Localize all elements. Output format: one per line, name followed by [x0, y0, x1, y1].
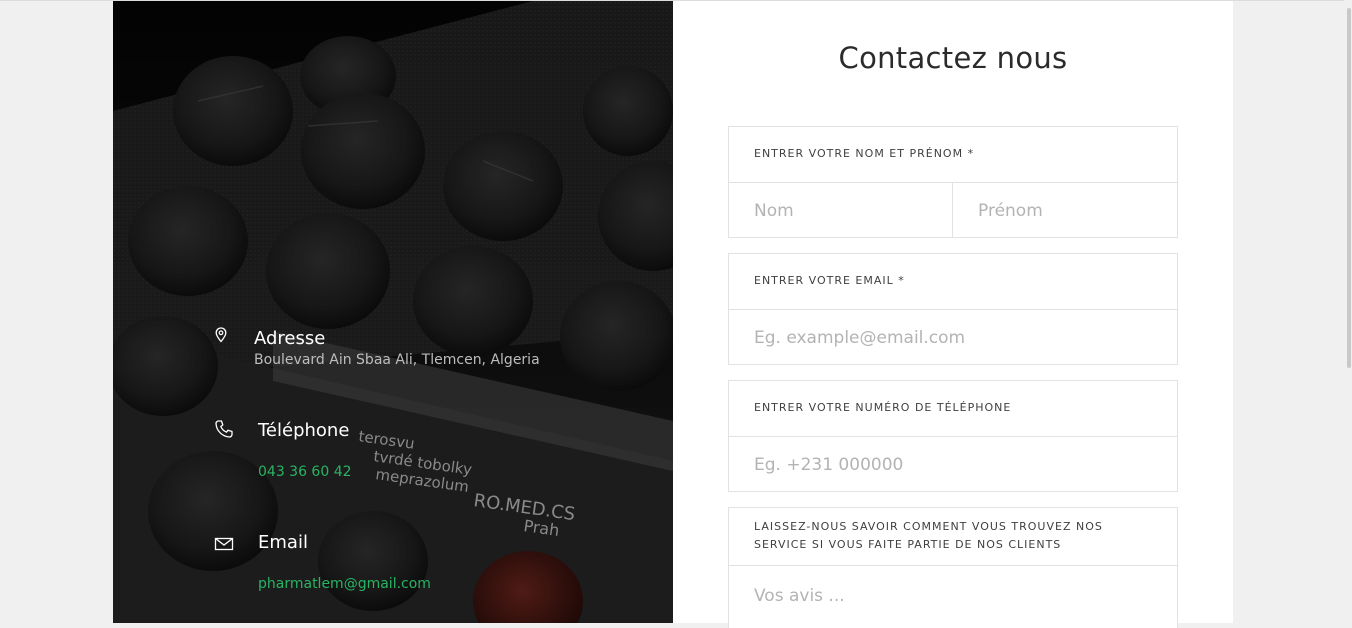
feedback-field-group: Laissez-nous savoir comment vous trouvez… [728, 507, 1178, 628]
email-value[interactable]: pharmatlem@gmail.com [258, 576, 431, 592]
feedback-label-line2: service si vous faite partie de nos clie… [754, 538, 1062, 551]
first-name-input[interactable] [978, 199, 1168, 223]
page-scrollbar[interactable] [1344, 0, 1352, 623]
email-field-group: Entrer votre email * [728, 253, 1178, 365]
email-label: Entrer votre email * [754, 274, 905, 287]
pills-background-image: terosvu tvrdé tobolky meprazolum RO.MED.… [113, 1, 673, 623]
phone-input[interactable] [754, 453, 1154, 477]
phone-field-divider [729, 436, 1177, 437]
last-name-input[interactable] [754, 199, 944, 223]
email-field-divider [729, 309, 1177, 310]
phone-field-group: Entrer votre numéro de téléphone [728, 380, 1178, 492]
name-fields-vertical-divider [952, 183, 953, 237]
name-field-group: Entrer votre nom et prénom * [728, 126, 1178, 238]
envelope-icon [214, 536, 234, 555]
feedback-field-divider [729, 565, 1177, 566]
contact-info-panel: terosvu tvrdé tobolky meprazolum RO.MED.… [113, 1, 673, 623]
phone-icon [214, 419, 234, 443]
name-label: Entrer votre nom et prénom * [754, 147, 975, 160]
phone-value[interactable]: 043 36 60 42 [258, 464, 352, 480]
phone-title: Téléphone [258, 420, 350, 441]
form-title: Contactez nous [838, 41, 1068, 75]
phone-label: Entrer votre numéro de téléphone [754, 401, 1012, 414]
scrollbar-thumb[interactable] [1347, 8, 1351, 368]
contact-section: terosvu tvrdé tobolky meprazolum RO.MED.… [113, 1, 1233, 628]
feedback-textarea[interactable] [754, 584, 1154, 608]
email-title: Email [258, 532, 308, 553]
email-input[interactable] [754, 326, 1154, 350]
name-field-divider [729, 182, 1177, 183]
map-pin-icon [215, 327, 227, 347]
address-title: Adresse [254, 328, 326, 349]
feedback-label-line1: Laissez-nous savoir comment vous trouvez… [754, 520, 1103, 533]
address-value: Boulevard Ain Sbaa Ali, Tlemcen, Algeria [254, 352, 540, 368]
